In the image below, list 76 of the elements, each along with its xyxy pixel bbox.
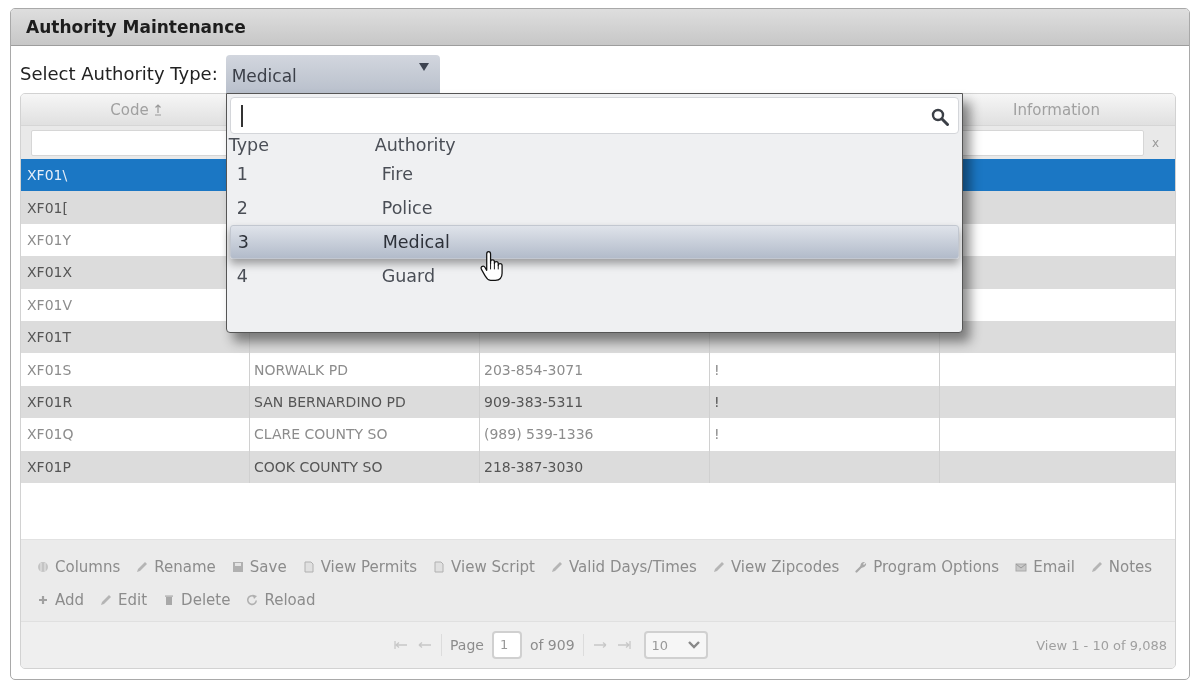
caret-down-icon — [418, 63, 429, 71]
toolbar-button[interactable]: Columns — [37, 557, 121, 576]
table-cell: XF01Y — [27, 231, 71, 248]
envelope-icon — [1015, 560, 1028, 573]
dropdown-option[interactable]: 4 Guard — [229, 259, 959, 293]
chevron-down-icon — [687, 641, 700, 649]
panel-title: Authority Maintenance — [26, 17, 246, 37]
search-icon — [930, 108, 949, 126]
toolbar-button[interactable]: Valid Days/Times — [551, 557, 697, 576]
pencil-icon — [712, 560, 725, 573]
document-icon — [302, 560, 315, 573]
page-size-select[interactable]: 10 — [643, 631, 708, 659]
toolbar-button[interactable]: Program Options — [855, 557, 1000, 576]
table-cell: XF01R — [27, 393, 73, 410]
hand-cursor-icon — [479, 250, 504, 282]
record-count: View 1 - 10 of 9,088 — [1036, 637, 1167, 653]
table-cell: SAN BERNARDINO PD — [254, 393, 406, 410]
last-page-icon[interactable] — [615, 640, 632, 650]
table-cell: ! — [714, 426, 720, 443]
pencil-icon — [136, 560, 149, 573]
toolbar-button[interactable]: Reload — [246, 590, 316, 609]
column-header: Authority — [374, 135, 456, 155]
table-cell: 218-387-3030 — [484, 458, 584, 475]
toolbar-button[interactable]: View Permits — [302, 557, 418, 576]
toolbar-button[interactable]: View Zipcodes — [712, 557, 840, 576]
table-cell: CLARE COUNTY SO — [254, 426, 388, 443]
plus-icon — [37, 593, 49, 606]
toolbar-button[interactable]: Notes — [1090, 557, 1153, 576]
table-cell: XF01Q — [27, 426, 74, 443]
columns-icon — [37, 560, 49, 573]
next-page-icon[interactable] — [591, 640, 608, 650]
toolbar-button[interactable]: Email — [1015, 557, 1075, 576]
table-cell: XF01T — [27, 329, 71, 346]
clear-filter-button[interactable]: x — [1149, 135, 1161, 150]
toolbar-button[interactable]: Delete — [163, 590, 231, 609]
toolbar-button[interactable]: Add — [37, 590, 85, 609]
trash-can-icon — [163, 593, 176, 606]
toolbar-button[interactable]: View Script — [433, 557, 535, 576]
document-icon — [433, 560, 446, 573]
column-header[interactable]: Code — [110, 100, 149, 119]
toolbar-button[interactable]: Rename — [136, 557, 216, 576]
wrench-icon — [855, 560, 868, 573]
dropdown-option[interactable]: 3 Medical — [229, 225, 959, 259]
authority-type-select[interactable]: Medical — [225, 55, 440, 93]
table-cell: XF01S — [27, 361, 72, 378]
table-cell: XF01V — [27, 296, 73, 313]
search-field[interactable] — [229, 97, 959, 134]
table-cell: ! — [714, 361, 720, 378]
table-cell: (989) 539-1336 — [484, 426, 594, 443]
table-row[interactable]: XF01P COOK COUNTY SO 218-387-3030 — [21, 450, 1175, 483]
column-header[interactable]: Information — [1013, 100, 1100, 119]
table-cell: XF01P — [27, 458, 71, 475]
toolbar-button[interactable]: Edit — [100, 590, 148, 609]
table-cell: XF01\ — [27, 167, 68, 184]
first-page-icon[interactable] — [393, 640, 409, 650]
dropdown-option[interactable]: 1 Fire — [229, 157, 959, 191]
page-field[interactable]: 1 — [491, 631, 522, 659]
pencil-icon — [1090, 560, 1103, 573]
previous-page-icon[interactable] — [417, 640, 433, 650]
table-row[interactable]: XF01R SAN BERNARDINO PD 909-383-5311 ! — [21, 385, 1175, 419]
page-label: Page — [450, 637, 484, 653]
table-cell: XF01X — [27, 264, 73, 281]
table-cell: XF01[ — [27, 199, 68, 216]
column-header: Type — [228, 135, 269, 155]
pencil-icon — [100, 593, 113, 606]
toolbar-button[interactable]: Save — [231, 557, 287, 576]
table-cell: 203-854-3071 — [484, 361, 584, 378]
table-cell: COOK COUNTY SO — [254, 458, 383, 475]
field-label: Select Authority Type: — [20, 63, 218, 86]
page-count: of 909 — [529, 637, 575, 653]
pencil-icon — [551, 560, 563, 573]
dropdown-option[interactable]: 2 Police — [229, 191, 959, 225]
table-cell: NORWALK PD — [254, 361, 348, 378]
reload-icon — [246, 593, 259, 606]
table-cell: ! — [714, 393, 720, 410]
table-cell: 909-383-5311 — [484, 393, 584, 410]
